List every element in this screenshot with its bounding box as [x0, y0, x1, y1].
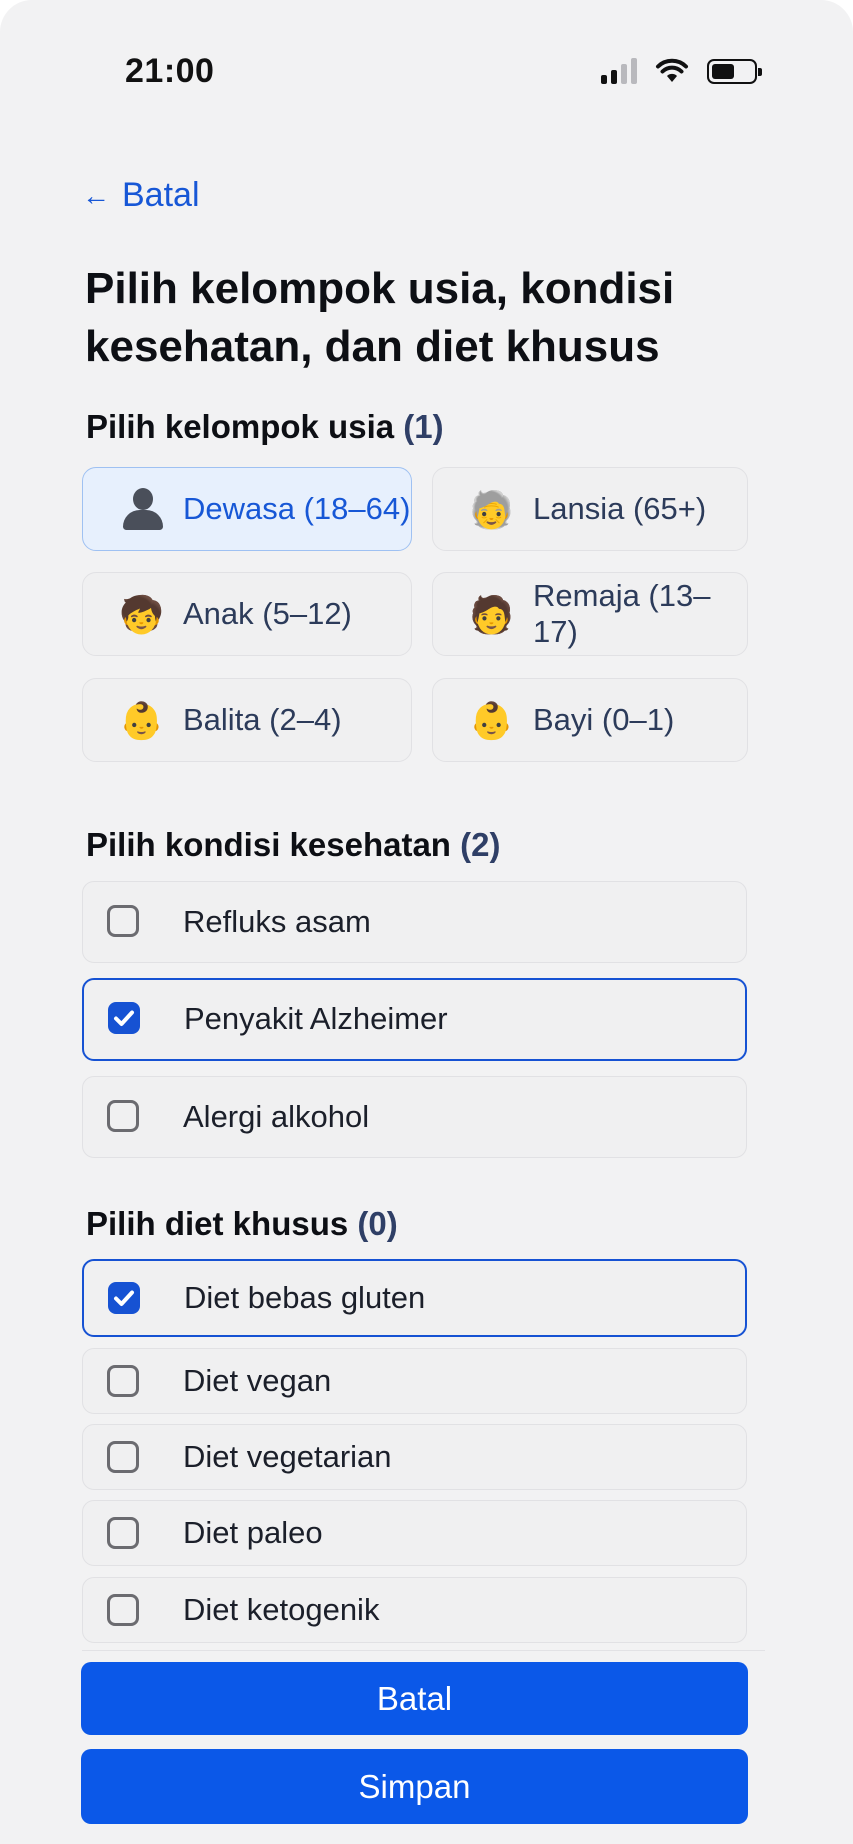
age-chip-label: Bayi (0–1): [533, 702, 675, 737]
person-silhouette-icon: [121, 488, 165, 532]
age-section-label: Pilih kelompok usia: [86, 408, 395, 445]
teen-icon: 🧑: [469, 594, 514, 635]
health-option-label: Alergi alkohol: [183, 1099, 370, 1134]
cellular-signal-icon: [601, 58, 637, 84]
checkbox[interactable]: [107, 1365, 139, 1397]
checkmark-icon: [114, 1010, 134, 1026]
age-chip-remaja[interactable]: 🧑 Remaja (13–17): [432, 572, 748, 656]
diet-option-label: Diet paleo: [183, 1515, 323, 1550]
battery-icon: [707, 58, 762, 84]
page-title: Pilih kelompok usia, kondisi kesehatan, …: [85, 264, 675, 371]
checkbox[interactable]: [107, 1100, 139, 1132]
diet-option-paleo[interactable]: Diet paleo: [82, 1500, 747, 1566]
age-chip-label: Dewasa (18–64): [183, 491, 411, 526]
checkbox[interactable]: [108, 1002, 140, 1034]
diet-option-vegan[interactable]: Diet vegan: [82, 1348, 747, 1414]
diet-option-label: Diet vegetarian: [183, 1439, 392, 1474]
baby-icon: 👶: [469, 700, 514, 741]
diet-option-label: Diet ketogenik: [183, 1592, 380, 1627]
age-chip-bayi[interactable]: 👶 Bayi (0–1): [432, 678, 748, 762]
health-section-label: Pilih kondisi kesehatan: [86, 826, 451, 863]
diet-section-count: (0): [357, 1205, 398, 1242]
cancel-button[interactable]: Batal: [81, 1662, 748, 1735]
diet-option-vegetarian[interactable]: Diet vegetarian: [82, 1424, 747, 1490]
wifi-icon: [656, 58, 688, 82]
back-button[interactable]: ← Batal: [82, 176, 200, 215]
older-person-icon: 🧓: [469, 489, 514, 530]
age-chip-anak[interactable]: 🧒 Anak (5–12): [82, 572, 412, 656]
health-option-label: Refluks asam: [183, 904, 371, 939]
arrow-left-icon: ←: [82, 179, 110, 211]
age-chip-lansia[interactable]: 🧓 Lansia (65+): [432, 467, 748, 551]
age-chip-dewasa[interactable]: Dewasa (18–64): [82, 467, 412, 551]
diet-section-label: Pilih diet khusus: [86, 1205, 349, 1242]
health-option-alergi-alkohol[interactable]: Alergi alkohol: [82, 1076, 747, 1158]
checkbox[interactable]: [107, 905, 139, 937]
checkbox[interactable]: [108, 1282, 140, 1314]
footer-divider: [82, 1650, 765, 1651]
diet-option-label: Diet bebas gluten: [184, 1280, 426, 1315]
checkmark-icon: [114, 1290, 134, 1306]
age-chip-label: Anak (5–12): [183, 596, 352, 631]
diet-option-ketogenik[interactable]: Diet ketogenik: [82, 1577, 747, 1643]
health-option-label: Penyakit Alzheimer: [184, 1001, 448, 1036]
health-option-refluks[interactable]: Refluks asam: [82, 881, 747, 963]
status-time: 21:00: [125, 52, 215, 90]
age-section-count: (1): [403, 408, 444, 445]
save-button[interactable]: Simpan: [81, 1749, 748, 1824]
health-section-title: Pilih kondisi kesehatan (2): [86, 826, 500, 864]
battery-level: [712, 63, 734, 79]
age-chip-label: Balita (2–4): [183, 702, 342, 737]
checkbox[interactable]: [107, 1594, 139, 1626]
diet-option-bebas-gluten[interactable]: Diet bebas gluten: [82, 1259, 747, 1337]
screen: 21:00 ← Batal Pilih kelompok usia, kondi…: [0, 0, 853, 1844]
checkbox[interactable]: [107, 1517, 139, 1549]
status-icons: [601, 58, 762, 84]
age-chip-label: Lansia (65+): [533, 491, 707, 526]
diet-section-title: Pilih diet khusus (0): [86, 1205, 398, 1243]
diet-option-label: Diet vegan: [183, 1363, 332, 1398]
health-option-alzheimer[interactable]: Penyakit Alzheimer: [82, 978, 747, 1061]
back-label: Batal: [122, 176, 200, 214]
toddler-icon: 👶: [119, 700, 164, 741]
child-icon: 🧒: [119, 594, 164, 635]
age-chip-label: Remaja (13–17): [533, 578, 711, 649]
age-chip-balita[interactable]: 👶 Balita (2–4): [82, 678, 412, 762]
age-section-title: Pilih kelompok usia (1): [86, 408, 444, 446]
health-section-count: (2): [460, 826, 501, 863]
checkbox[interactable]: [107, 1441, 139, 1473]
